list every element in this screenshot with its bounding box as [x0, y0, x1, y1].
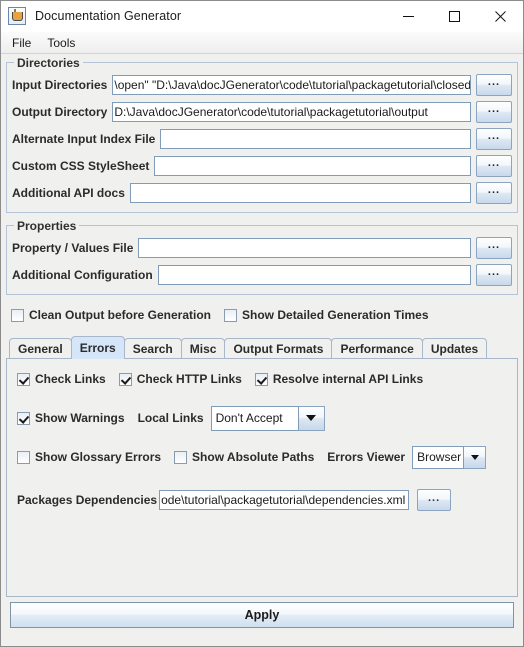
- checkbox-show-absolute-paths[interactable]: Show Absolute Paths: [174, 450, 314, 464]
- local-links-chevron-down-icon[interactable]: [298, 405, 325, 431]
- browse-additional-api-docs-button[interactable]: ...: [476, 181, 512, 204]
- properties-group: Properties Property / Values File ... Ad…: [6, 219, 518, 295]
- label-input-directories: Input Directories: [12, 77, 108, 92]
- checkbox-show-warnings[interactable]: Show Warnings: [17, 411, 125, 425]
- properties-checkbox-row: Clean Output before Generation Show Deta…: [6, 304, 518, 326]
- tab-misc[interactable]: Misc: [180, 338, 226, 359]
- label-additional-api-docs: Additional API docs: [12, 185, 125, 200]
- additional-api-docs-field[interactable]: [129, 182, 471, 203]
- alternate-input-index-file-field[interactable]: [160, 128, 471, 149]
- minimize-icon[interactable]: [385, 1, 431, 31]
- tab-strip: General Errors Search Misc Output Format…: [6, 336, 518, 359]
- errors-viewer-value[interactable]: Browser: [412, 445, 465, 469]
- errors-viewer-combobox[interactable]: Browser: [412, 445, 487, 469]
- apply-area: Apply: [6, 597, 518, 628]
- row-additional-api-docs: Additional API docs ...: [12, 180, 512, 205]
- show-warnings-checkbox-icon[interactable]: [17, 411, 30, 425]
- clean-output-checkbox-icon[interactable]: [11, 308, 24, 322]
- title-bar: Documentation Generator: [1, 1, 523, 32]
- browse-packages-dependencies-button[interactable]: ...: [417, 489, 452, 511]
- tab-performance[interactable]: Performance: [331, 338, 423, 359]
- label-custom-css-stylesheet: Custom CSS StyleSheet: [12, 158, 150, 173]
- errors-row-warnings: Show Warnings Local Links Don't Accept: [17, 405, 507, 431]
- status-bar: [1, 628, 523, 646]
- tab-output-formats[interactable]: Output Formats: [224, 338, 333, 359]
- menu-item-file[interactable]: File: [8, 34, 39, 52]
- java-cup-icon: [8, 7, 26, 25]
- output-directory-field[interactable]: D:\Java\docJGenerator\code\tutorial\pack…: [112, 101, 471, 122]
- row-property-values-file: Property / Values File ...: [12, 235, 512, 260]
- show-detailed-times-checkbox-icon[interactable]: [224, 308, 238, 322]
- row-custom-css-stylesheet: Custom CSS StyleSheet ...: [12, 153, 512, 178]
- show-detailed-times-label: Show Detailed Generation Times: [242, 308, 429, 322]
- menu-item-tools[interactable]: Tools: [43, 34, 83, 52]
- local-links-combobox[interactable]: Don't Accept: [210, 405, 325, 431]
- row-input-directories: Input Directories \open" "D:\Java\docJGe…: [12, 72, 512, 97]
- window-title: Documentation Generator: [35, 9, 182, 23]
- apply-button[interactable]: Apply: [10, 602, 514, 628]
- tab-errors[interactable]: Errors: [70, 336, 125, 359]
- local-links-value[interactable]: Don't Accept: [210, 405, 299, 431]
- errors-viewer-chevron-down-icon[interactable]: [464, 445, 487, 469]
- resolve-internal-api-links-label: Resolve internal API Links: [272, 372, 424, 386]
- browse-custom-css-stylesheet-button[interactable]: ...: [476, 154, 512, 177]
- property-values-file-field[interactable]: [138, 237, 471, 258]
- packages-dependencies-field[interactable]: ode\tutorial\packagetutorial\dependencie…: [159, 490, 410, 510]
- show-glossary-errors-checkbox-icon[interactable]: [17, 450, 30, 464]
- row-additional-configuration: Additional Configuration ...: [12, 262, 512, 287]
- tab-general[interactable]: General: [9, 338, 72, 359]
- label-packages-dependencies: Packages Dependencies: [17, 493, 158, 507]
- show-absolute-paths-checkbox-icon[interactable]: [174, 450, 188, 464]
- application-window: Documentation Generator File Tools Direc…: [0, 0, 524, 647]
- checkbox-show-detailed-generation-times[interactable]: Show Detailed Generation Times: [224, 308, 429, 322]
- show-warnings-label: Show Warnings: [35, 411, 125, 425]
- custom-css-stylesheet-field[interactable]: [154, 155, 471, 176]
- browse-additional-configuration-button[interactable]: ...: [476, 263, 512, 286]
- input-directories-field[interactable]: \open" "D:\Java\docJGenerator\code\tutor…: [112, 74, 471, 95]
- check-links-checkbox-icon[interactable]: [17, 372, 30, 386]
- close-icon[interactable]: [477, 1, 523, 31]
- tab-search[interactable]: Search: [123, 338, 182, 359]
- label-additional-configuration: Additional Configuration: [12, 267, 153, 282]
- label-output-directory: Output Directory: [12, 104, 108, 119]
- properties-group-title: Properties: [14, 219, 80, 233]
- resolve-internal-api-links-checkbox-icon[interactable]: [254, 372, 268, 386]
- checkbox-check-http-links[interactable]: Check HTTP Links: [118, 372, 242, 386]
- errors-row-glossary: Show Glossary Errors Show Absolute Paths…: [17, 445, 507, 469]
- window-controls: [385, 1, 523, 31]
- browse-alternate-input-index-file-button[interactable]: ...: [476, 127, 512, 150]
- check-http-links-checkbox-icon[interactable]: [118, 372, 132, 386]
- checkbox-check-links[interactable]: Check Links: [17, 372, 106, 386]
- show-glossary-errors-label: Show Glossary Errors: [35, 450, 162, 464]
- local-links-label: Local Links: [137, 411, 204, 425]
- additional-configuration-field[interactable]: [157, 264, 471, 285]
- check-links-label: Check Links: [35, 372, 106, 386]
- tab-container: General Errors Search Misc Output Format…: [6, 336, 518, 597]
- check-http-links-label: Check HTTP Links: [136, 372, 242, 386]
- checkbox-show-glossary-errors[interactable]: Show Glossary Errors: [17, 450, 161, 464]
- tab-updates[interactable]: Updates: [421, 338, 488, 359]
- browse-input-directories-button[interactable]: ...: [476, 73, 512, 96]
- browse-property-values-file-button[interactable]: ...: [476, 236, 512, 259]
- browse-output-directory-button[interactable]: ...: [476, 100, 512, 123]
- errors-viewer-label: Errors Viewer: [327, 450, 406, 464]
- label-alternate-input-index-file: Alternate Input Index File: [12, 131, 156, 146]
- directories-group: Directories Input Directories \open" "D:…: [6, 56, 518, 213]
- menu-bar: File Tools: [1, 32, 523, 54]
- maximize-icon[interactable]: [431, 1, 477, 31]
- errors-tab-panel: Check Links Check HTTP Links Resolve int…: [6, 358, 518, 597]
- row-alternate-input-index-file: Alternate Input Index File ...: [12, 126, 512, 151]
- clean-output-label: Clean Output before Generation: [29, 308, 212, 322]
- show-absolute-paths-label: Show Absolute Paths: [192, 450, 315, 464]
- directories-group-title: Directories: [14, 56, 83, 70]
- checkbox-resolve-internal-api-links[interactable]: Resolve internal API Links: [254, 372, 424, 386]
- errors-row-links: Check Links Check HTTP Links Resolve int…: [17, 368, 507, 390]
- row-output-directory: Output Directory D:\Java\docJGenerator\c…: [12, 99, 512, 124]
- main-content: Directories Input Directories \open" "D:…: [1, 54, 523, 628]
- label-property-values-file: Property / Values File: [12, 240, 134, 255]
- checkbox-clean-output-before-generation[interactable]: Clean Output before Generation: [11, 308, 211, 322]
- row-packages-dependencies: Packages Dependencies ode\tutorial\packa…: [17, 488, 507, 512]
